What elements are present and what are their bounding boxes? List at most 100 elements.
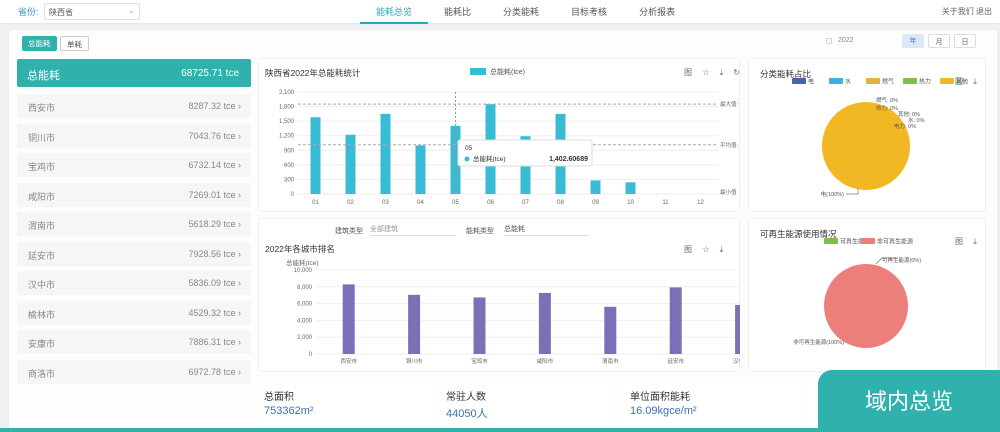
unit-button[interactable]: 单耗 xyxy=(60,36,89,51)
legend-label: 非可再生能源 xyxy=(877,238,913,246)
x-tick-label: 05 xyxy=(452,200,459,206)
x-tick-label: 06 xyxy=(487,200,494,206)
legend-swatch xyxy=(940,78,954,84)
bar xyxy=(380,113,391,194)
bar xyxy=(310,117,321,194)
x-tick-label: 渭南市 xyxy=(602,357,619,365)
period-month-button[interactable]: 月 xyxy=(928,34,950,48)
legend-label: 热力 xyxy=(919,78,931,86)
pie-label: 可再生能源(0%) xyxy=(882,256,921,264)
y-tick-label: 1,800 xyxy=(279,105,295,111)
city-value: 5618.29 tce › xyxy=(188,219,241,229)
legend-swatch xyxy=(824,238,838,244)
city-row[interactable]: 延安市 7928.56 tce › xyxy=(17,241,251,266)
user-links[interactable]: 关于我们 退出 xyxy=(942,6,992,17)
city-row[interactable]: 榆林市 4529.32 tce › xyxy=(17,300,251,325)
top-bar: 省份: 陕西省 ⌄ 能耗总览 能耗比 分类能耗 目标考核 分析报表 关于我们 退… xyxy=(0,0,1000,24)
city-name: 咸阳市 xyxy=(28,191,56,202)
city-value: 7928.56 tce › xyxy=(188,248,241,259)
city-name: 宝鸡市 xyxy=(28,162,56,172)
city-name: 汉中市 xyxy=(28,280,56,290)
city-name: 铜川市 xyxy=(28,132,56,143)
y-tick-label: 0 xyxy=(309,352,313,358)
pie-label: 电(100%) xyxy=(821,190,844,198)
y-tick-label: 4,000 xyxy=(297,318,313,324)
rank-chart-tools[interactable]: 图 ☆ ⤓ xyxy=(684,244,727,255)
x-tick-label: 宝鸡市 xyxy=(471,357,488,365)
month-chart: 0 300 600 900 1,200 1,500 1,800 2,100 01 02 03 04 05… xyxy=(279,90,740,206)
main-tabs: 能耗总览 能耗比 分类能耗 目标考核 分析报表 xyxy=(360,0,691,24)
bottom-accent-line xyxy=(0,428,1000,432)
city-row[interactable]: 渭南市 5618.29 tce › xyxy=(17,212,251,236)
city-name: 延安市 xyxy=(28,250,56,261)
pie1-chart: 电 水 燃气 热力 其他燃气: 0%热力: 0%其他: 0%水: 0%电力: 0% 电(1… xyxy=(792,78,968,198)
city-row[interactable]: 咸阳市 7269.01 tce › xyxy=(17,182,251,207)
tab-ratio[interactable]: 能耗比 xyxy=(428,0,487,24)
energy-button[interactable]: 总能耗 xyxy=(22,36,57,51)
tab-report[interactable]: 分析报表 xyxy=(623,0,691,24)
pie-label: 燃气: 0% xyxy=(876,96,898,104)
city-name: 西安市 xyxy=(28,103,56,113)
x-tick-label: 咸阳市 xyxy=(537,357,554,365)
x-tick-label: 12 xyxy=(697,200,704,206)
y-tick-label: 0 xyxy=(291,192,295,198)
pie-slice xyxy=(824,264,908,348)
tab-target[interactable]: 目标考核 xyxy=(555,0,623,24)
month-legend-label[interactable]: 总能耗(tce) xyxy=(490,67,525,77)
city-row[interactable]: 西安市 8287.32 tce › xyxy=(17,94,251,118)
x-tick-label: 02 xyxy=(347,200,354,206)
y-tick-label: 6,000 xyxy=(297,302,313,308)
tooltip-dot xyxy=(464,156,470,162)
legend-label: 电 xyxy=(808,78,814,86)
y-tick-label: 1,500 xyxy=(279,119,295,125)
bar xyxy=(345,134,356,194)
energy-type-select[interactable]: 总能耗 xyxy=(504,224,588,236)
y-tick-label: 10,000 xyxy=(294,268,313,274)
y-tick-label: 600 xyxy=(284,163,295,169)
x-tick-label: 汉中市 xyxy=(733,357,740,365)
pie-slice xyxy=(822,102,910,190)
year-input[interactable]: 2022 xyxy=(838,37,884,49)
chevron-down-icon: ⌄ xyxy=(128,6,135,15)
province-select[interactable]: 陕西省 ⌄ xyxy=(44,3,140,20)
building-type-select[interactable]: 全部建筑 xyxy=(370,224,456,236)
bar xyxy=(342,284,355,354)
legend-label: 水 xyxy=(845,78,851,86)
pie2-chart: 可再生能源 非可再生能源可再生能源(0%)非可再生能源(100%) xyxy=(793,238,921,348)
period-day-button[interactable]: 日 xyxy=(954,34,976,48)
y-tick-label: 2,000 xyxy=(297,335,313,341)
x-tick-label: 延安市 xyxy=(667,357,684,365)
legend-swatch xyxy=(866,78,880,84)
pie-label: 非可再生能源(100%) xyxy=(793,338,844,346)
city-name: 商洛市 xyxy=(28,368,56,379)
legend-swatch xyxy=(829,78,843,84)
tooltip-title: 05 xyxy=(465,145,473,152)
tooltip-series: 总能耗(tce) xyxy=(473,154,506,163)
x-tick-label: 08 xyxy=(557,200,564,206)
city-row[interactable]: 汉中市 5836.09 tce › xyxy=(17,271,251,295)
x-tick-label: 10 xyxy=(627,200,634,206)
legend-swatch xyxy=(903,78,917,84)
pie-leader xyxy=(846,188,859,195)
x-tick-label: 04 xyxy=(417,200,424,206)
month-chart-tools[interactable]: 图 ☆ ⤓ ↻ xyxy=(684,67,744,78)
tab-overview[interactable]: 能耗总览 xyxy=(360,0,429,24)
city-row[interactable]: 商洛市 6972.78 tce › xyxy=(17,359,251,384)
tooltip: 05总能耗(tce) 1,402.60689 xyxy=(457,139,593,167)
city-row[interactable]: 铜川市 7043.76 tce › xyxy=(17,123,251,148)
energy-type-label: 能耗类型 xyxy=(466,228,494,235)
province-value: 陕西省 xyxy=(49,8,73,17)
stat-total-area: 总面积 753362m² xyxy=(258,378,432,432)
tab-category[interactable]: 分类能耗 xyxy=(487,0,555,24)
pie-label: 其他: 0% xyxy=(898,110,920,118)
total-energy-row[interactable]: 总能耗 68725.71 tce xyxy=(17,59,251,87)
city-value: 5836.09 tce › xyxy=(188,278,241,288)
bar xyxy=(473,297,486,354)
bar xyxy=(735,304,740,354)
city-row[interactable]: 宝鸡市 6732.14 tce › xyxy=(17,153,251,177)
period-year-button[interactable]: 年 xyxy=(902,34,924,48)
city-value: 6972.78 tce › xyxy=(188,366,241,377)
pie-label: 电力: 0% xyxy=(894,122,916,130)
city-name: 渭南市 xyxy=(28,221,56,231)
city-row[interactable]: 安康市 7886.31 tce › xyxy=(17,330,251,354)
